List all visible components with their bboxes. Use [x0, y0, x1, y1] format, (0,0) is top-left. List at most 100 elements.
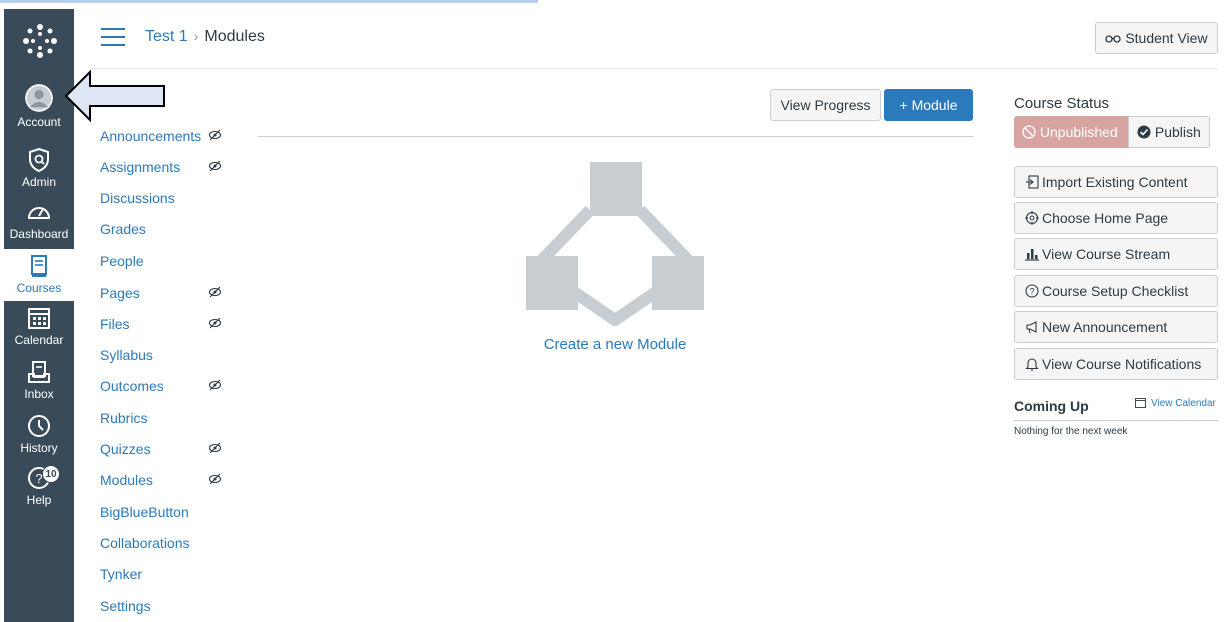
top-highlight-strip — [0, 0, 538, 3]
course-nav-label: Pages — [100, 285, 140, 301]
hidden-eye-icon — [208, 379, 222, 391]
account-avatar-icon — [25, 84, 53, 112]
view-progress-button[interactable]: View Progress — [770, 89, 881, 121]
global-nav-dashboard[interactable]: Dashboard — [4, 199, 74, 247]
dashboard-gauge-icon — [27, 207, 51, 219]
side-button-label: View Course Stream — [1042, 246, 1171, 262]
course-nav-quizzes[interactable]: Quizzes — [100, 441, 230, 461]
global-nav-label: Inbox — [24, 387, 54, 401]
side-button-label: Choose Home Page — [1042, 210, 1169, 226]
add-module-button[interactable]: + Module — [884, 89, 973, 121]
course-nav-people[interactable]: People — [100, 253, 230, 273]
unpublished-label: Unpublished — [1039, 124, 1118, 140]
course-nav-label: BigBlueButton — [100, 504, 189, 520]
global-nav-label: Admin — [21, 175, 56, 189]
course-nav-tynker[interactable]: Tynker — [100, 566, 230, 586]
side-button-label: Course Setup Checklist — [1042, 283, 1189, 299]
canvas-logo-icon[interactable] — [22, 23, 58, 59]
hidden-eye-icon — [208, 317, 222, 329]
global-nav-calendar[interactable]: Calendar — [4, 305, 74, 355]
target-icon — [1025, 211, 1039, 225]
glasses-icon — [1105, 35, 1122, 43]
megaphone-icon — [1026, 321, 1037, 334]
course-setup-checklist-button[interactable]: ? Course Setup Checklist — [1014, 275, 1218, 307]
course-nav-grades[interactable]: Grades — [100, 221, 230, 241]
modules-empty-state-icon — [526, 162, 704, 326]
side-button-label: Import Existing Content — [1042, 174, 1188, 190]
admin-shield-icon — [29, 147, 49, 173]
courses-book-icon — [31, 255, 47, 277]
course-nav-files[interactable]: Files — [100, 316, 230, 336]
breadcrumb: Test 1 › Modules — [145, 28, 265, 46]
choose-home-page-button[interactable]: Choose Home Page — [1014, 202, 1218, 234]
hamburger-menu-icon[interactable] — [101, 28, 125, 46]
student-view-button[interactable]: Student View — [1095, 22, 1218, 54]
svg-text:?: ? — [1029, 287, 1034, 297]
course-nav-rubrics[interactable]: Rubrics — [100, 410, 230, 430]
course-nav-label: Files — [100, 316, 130, 332]
student-view-label: Student View — [1125, 30, 1208, 46]
unpublished-button[interactable]: Unpublished — [1014, 116, 1128, 148]
course-nav-label: Outcomes — [100, 378, 164, 394]
course-nav-label: Discussions — [100, 190, 175, 206]
course-nav-label: Modules — [100, 472, 153, 488]
course-nav-pages[interactable]: Pages — [100, 285, 230, 305]
hidden-eye-icon — [208, 286, 222, 298]
global-nav-label: Dashboard — [9, 227, 69, 241]
hidden-eye-icon — [208, 160, 222, 172]
course-nav-label: People — [100, 253, 144, 269]
calendar-icon — [28, 308, 50, 329]
breadcrumb-separator: › — [193, 28, 199, 44]
view-course-stream-button[interactable]: View Course Stream — [1014, 238, 1218, 270]
hidden-eye-icon — [208, 129, 222, 141]
check-circle-icon — [1137, 125, 1151, 139]
hidden-eye-icon — [208, 473, 222, 485]
import-content-button[interactable]: Import Existing Content — [1014, 166, 1218, 198]
publish-button[interactable]: Publish — [1128, 116, 1210, 148]
unpublished-circle-icon — [1022, 125, 1036, 139]
calendar-small-icon — [1135, 398, 1146, 408]
publish-label: Publish — [1154, 124, 1201, 140]
global-nav-help[interactable]: ? 10 Help — [4, 465, 74, 515]
course-nav-label: Grades — [100, 221, 146, 237]
course-nav-syllabus[interactable]: Syllabus — [100, 347, 230, 367]
course-nav-assignments[interactable]: Assignments — [100, 159, 230, 179]
global-nav-history[interactable]: History — [4, 413, 74, 463]
header-divider — [92, 68, 1218, 69]
history-clock-icon — [28, 415, 50, 437]
course-nav-collaborations[interactable]: Collaborations — [100, 535, 230, 555]
content-divider — [258, 136, 973, 137]
coming-up-title: Coming Up — [1014, 398, 1089, 414]
course-nav-announcements[interactable]: Announcements — [100, 128, 230, 148]
question-circle-icon: ? — [1025, 284, 1039, 298]
course-status-title: Course Status — [1014, 95, 1110, 112]
breadcrumb-current: Modules — [204, 28, 265, 45]
breadcrumb-course-link[interactable]: Test 1 — [145, 28, 188, 45]
course-nav-label: Settings — [100, 598, 151, 614]
help-notification-badge: 10 — [42, 465, 60, 483]
course-nav-label: Quizzes — [100, 441, 151, 457]
global-nav-admin[interactable]: Admin — [4, 147, 74, 195]
global-nav-courses[interactable]: Courses — [4, 249, 74, 301]
course-nav-label: Assignments — [100, 159, 181, 175]
course-nav-label: Collaborations — [100, 535, 190, 551]
bar-chart-icon — [1025, 249, 1039, 261]
course-nav-modules[interactable]: Modules — [100, 472, 230, 492]
new-announcement-button[interactable]: New Announcement — [1014, 311, 1218, 343]
course-nav-settings[interactable]: Settings — [100, 598, 230, 618]
course-nav-discussions[interactable]: Discussions — [100, 190, 230, 210]
hidden-eye-icon — [208, 442, 222, 454]
global-nav-inbox[interactable]: Inbox — [4, 359, 74, 409]
course-nav-bigbluebutton[interactable]: BigBlueButton — [100, 504, 230, 524]
global-nav-label: Courses — [16, 281, 62, 295]
course-nav-label: Syllabus — [100, 347, 153, 363]
view-course-notifications-button[interactable]: View Course Notifications — [1014, 348, 1218, 380]
view-calendar-link[interactable]: View Calendar — [1135, 397, 1216, 409]
view-calendar-label: View Calendar — [1151, 398, 1216, 409]
course-nav-outcomes[interactable]: Outcomes — [100, 378, 230, 398]
inbox-icon — [28, 361, 50, 383]
course-nav-label: Tynker — [100, 566, 143, 582]
course-nav-label: Announcements — [100, 128, 202, 144]
create-module-link[interactable]: Create a new Module — [520, 336, 710, 353]
global-nav-label: Calendar — [14, 333, 64, 347]
